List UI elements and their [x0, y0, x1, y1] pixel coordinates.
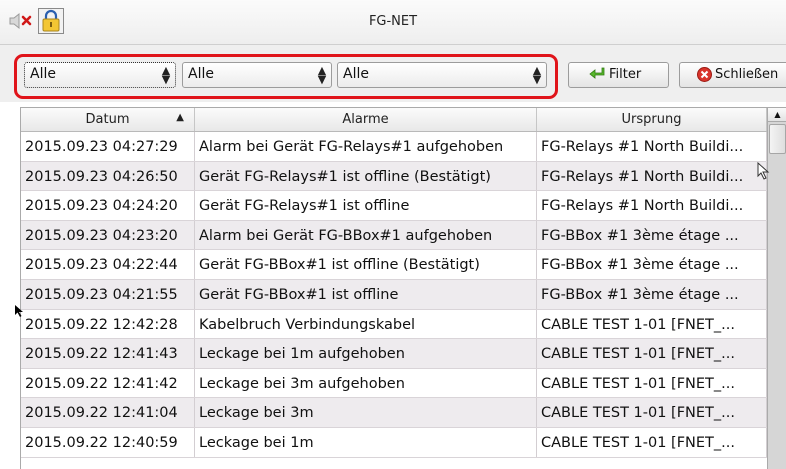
filter-combo-2[interactable]: Alle ▲ ▼ [182, 62, 332, 88]
cell-datum: 2015.09.23 04:22:44 [21, 250, 195, 279]
table-row[interactable]: 2015.09.22 12:41:04 Leckage bei 3m CABLE… [21, 398, 767, 428]
close-button-label: Schließen [715, 67, 779, 82]
cell-datum: 2015.09.23 04:26:50 [21, 161, 195, 191]
cell-ursprung: CABLE TEST 1-01 [FNET_... [537, 309, 767, 339]
filter-combo-1[interactable]: Alle ▲ ▼ [24, 62, 176, 88]
cell-ursprung: CABLE TEST 1-01 [FNET_... [537, 427, 767, 457]
cell-alarm: Leckage bei 3m [195, 398, 537, 427]
filter-combo-3[interactable]: Alle ▲ ▼ [337, 62, 547, 88]
cell-ursprung: FG-Relays #1 North Buildi... [537, 191, 767, 220]
cell-datum: 2015.09.22 12:41:42 [21, 368, 195, 398]
updown-arrow-icon: ▲ ▼ [317, 64, 327, 86]
close-button[interactable]: Schließen [679, 62, 786, 88]
cell-datum: 2015.09.22 12:42:28 [21, 309, 195, 339]
title-bar: FG-NET [0, 0, 786, 45]
cell-datum: 2015.09.22 12:40:59 [21, 427, 195, 457]
cell-alarm: Alarm bei Gerät FG-BBox#1 aufgehoben [195, 220, 537, 250]
updown-arrow-icon: ▲ ▼ [532, 64, 542, 86]
filter-combo-2-value: Alle [188, 66, 214, 82]
table-row[interactable]: 2015.09.23 04:27:29 Alarm bei Gerät FG-R… [21, 132, 767, 162]
sort-ascending-icon: ▲ [176, 112, 184, 123]
filter-button[interactable]: Filter [568, 62, 669, 88]
cell-ursprung: FG-Relays #1 North Buildi... [537, 161, 767, 191]
filter-button-label: Filter [609, 67, 642, 82]
cell-ursprung: FG-BBox #1 3ème étage ... [537, 279, 767, 309]
column-header-alarme[interactable]: Alarme [195, 108, 537, 131]
column-header-ursprung[interactable]: Ursprung [537, 108, 767, 131]
green-arrow-icon [589, 67, 606, 86]
table-row[interactable]: 2015.09.23 04:21:55 Gerät FG-BBox#1 ist … [21, 279, 767, 310]
table-header: Datum ▲ Alarme Ursprung [21, 108, 767, 132]
cell-alarm: Gerät FG-Relays#1 ist offline (Bestätigt… [195, 161, 537, 191]
filter-combo-1-value: Alle [30, 66, 56, 82]
table-row[interactable]: 2015.09.22 12:41:42 Leckage bei 3m aufge… [21, 368, 767, 399]
filter-combo-3-value: Alle [343, 66, 369, 82]
table-row[interactable]: 2015.09.23 04:24:20 Gerät FG-Relays#1 is… [21, 191, 767, 221]
cell-ursprung: FG-BBox #1 3ème étage ... [537, 220, 767, 250]
cell-alarm: Leckage bei 1m aufgehoben [195, 339, 537, 368]
cell-ursprung: FG-Relays #1 North Buildi... [537, 132, 767, 161]
table-row[interactable]: 2015.09.22 12:42:28 Kabelbruch Verbindun… [21, 309, 767, 340]
cell-datum: 2015.09.23 04:27:29 [21, 132, 195, 161]
cell-datum: 2015.09.23 04:21:55 [21, 279, 195, 309]
cell-datum: 2015.09.22 12:41:43 [21, 339, 195, 368]
cell-alarm: Gerät FG-BBox#1 ist offline (Bestätigt) [195, 250, 537, 279]
window-title: FG-NET [368, 14, 418, 29]
table-row[interactable]: 2015.09.23 04:22:44 Gerät FG-BBox#1 ist … [21, 250, 767, 280]
table-row[interactable]: 2015.09.22 12:41:43 Leckage bei 1m aufge… [21, 339, 767, 369]
cell-ursprung: CABLE TEST 1-01 [FNET_... [537, 368, 767, 398]
cell-datum: 2015.09.23 04:23:20 [21, 220, 195, 250]
updown-arrow-icon: ▲ ▼ [161, 64, 171, 86]
scroll-up-arrow-icon[interactable]: ▲ [768, 108, 786, 122]
cell-alarm: Gerät FG-BBox#1 ist offline [195, 279, 537, 309]
table-body: 2015.09.23 04:27:29 Alarm bei Gerät FG-R… [21, 132, 767, 458]
cell-alarm: Leckage bei 3m aufgehoben [195, 368, 537, 398]
mouse-pointer-icon [14, 304, 24, 322]
cell-ursprung: CABLE TEST 1-01 [FNET_... [537, 398, 767, 427]
red-x-circle-icon [697, 67, 712, 86]
scroll-thumb[interactable] [769, 124, 786, 154]
column-header-datum[interactable]: Datum ▲ [21, 108, 195, 131]
cell-datum: 2015.09.23 04:24:20 [21, 191, 195, 220]
table-row[interactable]: 2015.09.22 12:40:59 Leckage bei 1m CABLE… [21, 427, 767, 458]
cell-alarm: Gerät FG-Relays#1 ist offline [195, 191, 537, 220]
cell-alarm: Alarm bei Gerät FG-Relays#1 aufgehoben [195, 132, 537, 161]
mouse-pointer-icon [757, 161, 771, 184]
alarm-table: Datum ▲ Alarme Ursprung 2015.09.23 04:27… [20, 107, 786, 469]
cell-ursprung: FG-BBox #1 3ème étage ... [537, 250, 767, 279]
cell-ursprung: CABLE TEST 1-01 [FNET_... [537, 339, 767, 368]
cell-datum: 2015.09.22 12:41:04 [21, 398, 195, 427]
cell-alarm: Kabelbruch Verbindungskabel [195, 309, 537, 339]
table-row[interactable]: 2015.09.23 04:23:20 Alarm bei Gerät FG-B… [21, 220, 767, 251]
cell-alarm: Leckage bei 1m [195, 427, 537, 457]
table-row[interactable]: 2015.09.23 04:26:50 Gerät FG-Relays#1 is… [21, 161, 767, 192]
